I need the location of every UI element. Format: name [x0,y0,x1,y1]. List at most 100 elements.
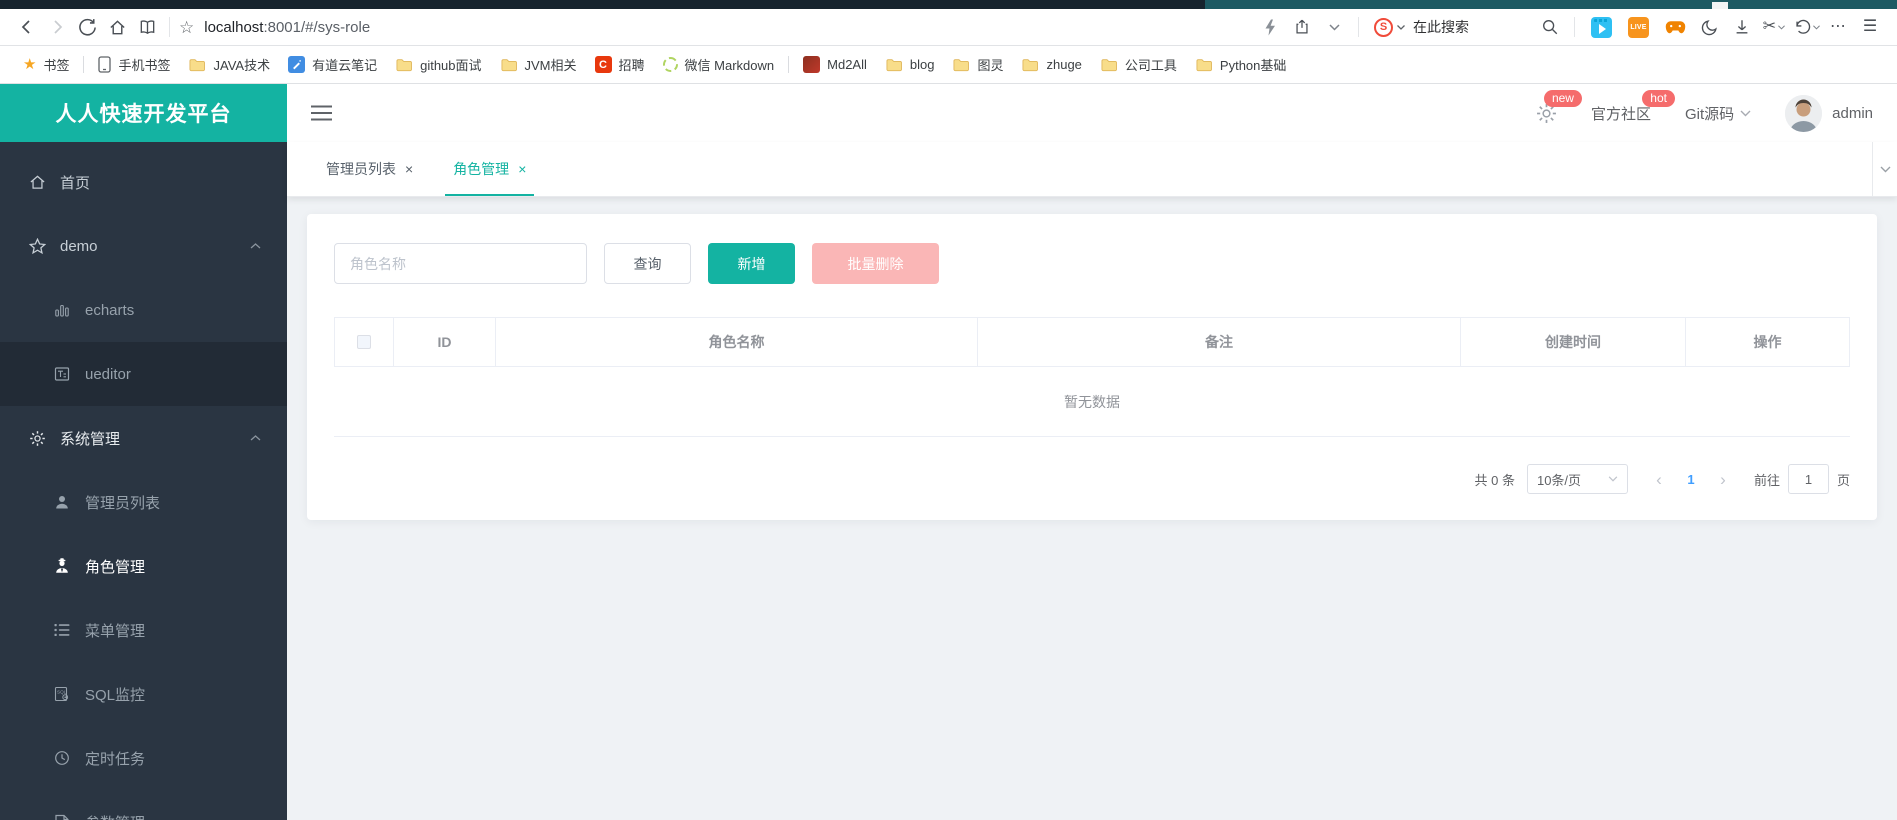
select-all-checkbox[interactable] [357,335,371,349]
lightning-icon[interactable] [1255,13,1285,41]
undo-history-icon[interactable] [1791,13,1821,41]
sidebar-item-echarts[interactable]: echarts [0,278,287,342]
game-extension-icon[interactable] [1665,17,1686,38]
sidebar-item-home[interactable]: 首页 [0,150,287,214]
bookmark-label: blog [909,57,935,72]
forward-icon[interactable] [42,13,72,41]
folder-icon [886,59,902,72]
bookmark-item[interactable]: 手机书签 [89,51,179,78]
more-icon[interactable]: ⋯ [1823,13,1853,41]
bar-chart-icon [53,302,71,318]
live-extension-icon[interactable]: LIVE [1628,16,1649,38]
sidebar-item-scheduled-tasks[interactable]: 定时任务 [0,726,287,790]
share-icon[interactable] [1287,13,1317,41]
reading-mode-icon[interactable] [132,13,162,41]
add-button[interactable]: 新增 [708,243,795,284]
favorite-star-icon[interactable]: ☆ [179,19,194,36]
bookmark-item[interactable]: Md2All [794,52,876,77]
toolbar-divider [1358,17,1359,37]
tab-label: 角色管理 [453,161,510,177]
md2all-icon [803,56,821,73]
bookmark-item[interactable]: ★ 书签 [14,51,78,78]
role-management-card: 查询 新增 批量删除 ID 角色名称 备注 创建时间 操作 [307,214,1877,520]
next-page-icon[interactable]: › [1706,471,1740,488]
browser-menu-icon[interactable]: ☰ [1855,13,1885,41]
sidebar-item-role-management[interactable]: 角色管理 [0,534,287,598]
bookmark-item[interactable]: JAVA技术 [179,51,279,78]
bookmark-item[interactable]: blog [876,53,944,76]
sidebar-item-menu-management[interactable]: 菜单管理 [0,598,287,662]
tab-role-management[interactable]: 角色管理 × [433,142,546,196]
sidebar-submenu-demo[interactable]: demo [0,214,287,278]
bookmark-item[interactable]: 微信 Markdown [654,51,784,78]
chevron-down-icon [1880,166,1890,172]
sidebar-item-ueditor[interactable]: ueditor [0,342,287,406]
bookmark-item[interactable]: 有道云笔记 [279,51,386,78]
sidebar-item-admin-list[interactable]: 管理员列表 [0,470,287,534]
page-size-select[interactable]: 10条/页 [1526,464,1628,494]
refresh-icon[interactable] [72,13,102,41]
sidebar: 首页 demo echarts ueditor 系统管理 管理员列表 角色管理 [0,142,287,820]
bookmark-item[interactable]: zhuge [1012,53,1090,76]
search-input[interactable] [1413,19,1533,35]
download-icon[interactable] [1727,13,1757,41]
goto-label: 前往 [1753,472,1780,488]
bookmark-item[interactable]: 图灵 [943,51,1012,78]
tab-overflow-chevron[interactable] [1872,142,1897,196]
sidebar-item-sql-monitor[interactable]: SQL SQL监控 [0,662,287,726]
back-icon[interactable] [12,13,42,41]
tab-admin-list[interactable]: 管理员列表 × [306,142,433,196]
goto-page-input[interactable] [1787,464,1829,494]
gear-icon [28,430,46,447]
dark-mode-moon-icon[interactable] [1695,13,1725,41]
theme-settings-button[interactable]: new [1536,89,1582,124]
close-icon[interactable]: × [405,161,413,177]
sidebar-submenu-system[interactable]: 系统管理 [0,406,287,470]
total-count: 共 0 条 [1474,472,1515,488]
search-icon[interactable] [1535,13,1565,41]
batch-delete-button[interactable]: 批量删除 [812,243,939,284]
bookmark-item[interactable]: C 招聘 [586,51,654,78]
play-triangle [1599,23,1606,34]
sidebar-collapse-icon[interactable] [311,105,332,121]
sogou-search-engine-icon[interactable]: S [1374,17,1405,37]
role-user-icon [53,558,71,574]
browser-toolbar: ☆ localhost:8001/#/sys-role S LIVE [0,9,1897,46]
address-bar[interactable]: ☆ localhost:8001/#/sys-role [177,19,1255,36]
svg-text:SQL: SQL [57,690,67,695]
sidebar-item-label: 首页 [60,174,91,192]
list-icon [53,623,71,637]
chevron-down-icon [1608,476,1618,482]
main-layout: 首页 demo echarts ueditor 系统管理 管理员列表 角色管理 [0,142,1897,820]
home-icon[interactable] [102,13,132,41]
pagination: 共 0 条 10条/页 ‹ 1 › 前往 页 [334,464,1850,494]
window-top-strip-notch [1712,2,1728,9]
search-toolbar: 查询 新增 批量删除 [334,243,1850,284]
sidebar-item-label: echarts [85,301,135,319]
bookmark-label: 书签 [43,58,70,73]
prev-page-icon[interactable]: ‹ [1642,471,1676,488]
close-icon[interactable]: × [518,161,526,177]
screenshot-scissors-icon[interactable]: ✂ [1759,13,1789,41]
bookmarks-divider [788,56,790,73]
git-source-dropdown[interactable]: Git源码 [1685,103,1751,124]
chevron-down-icon[interactable] [1319,13,1349,41]
bookmark-item[interactable]: 公司工具 [1091,51,1186,78]
user-menu[interactable]: admin [1785,94,1873,132]
app-logo[interactable]: 人人快速开发平台 [0,84,287,142]
bookmark-label: 公司工具 [1124,58,1177,73]
role-name-input[interactable] [334,243,587,284]
video-extension-icon[interactable] [1591,16,1612,38]
sidebar-item-label: 角色管理 [85,558,146,576]
bookmark-item[interactable]: Python基础 [1186,51,1295,78]
community-link[interactable]: 官方社区 hot [1591,89,1675,124]
star-icon [28,237,46,255]
bookmark-item[interactable]: github面试 [386,51,490,78]
bookmark-item[interactable]: JVM相关 [491,51,586,78]
column-header-actions: 操作 [1686,318,1850,366]
column-header-create-time: 创建时间 [1461,318,1686,366]
sidebar-item-param-management[interactable]: 参数管理 [0,790,287,820]
page-number-1[interactable]: 1 [1676,472,1706,487]
scissors-glyph: ✂ [1762,18,1777,35]
query-button[interactable]: 查询 [604,243,691,284]
